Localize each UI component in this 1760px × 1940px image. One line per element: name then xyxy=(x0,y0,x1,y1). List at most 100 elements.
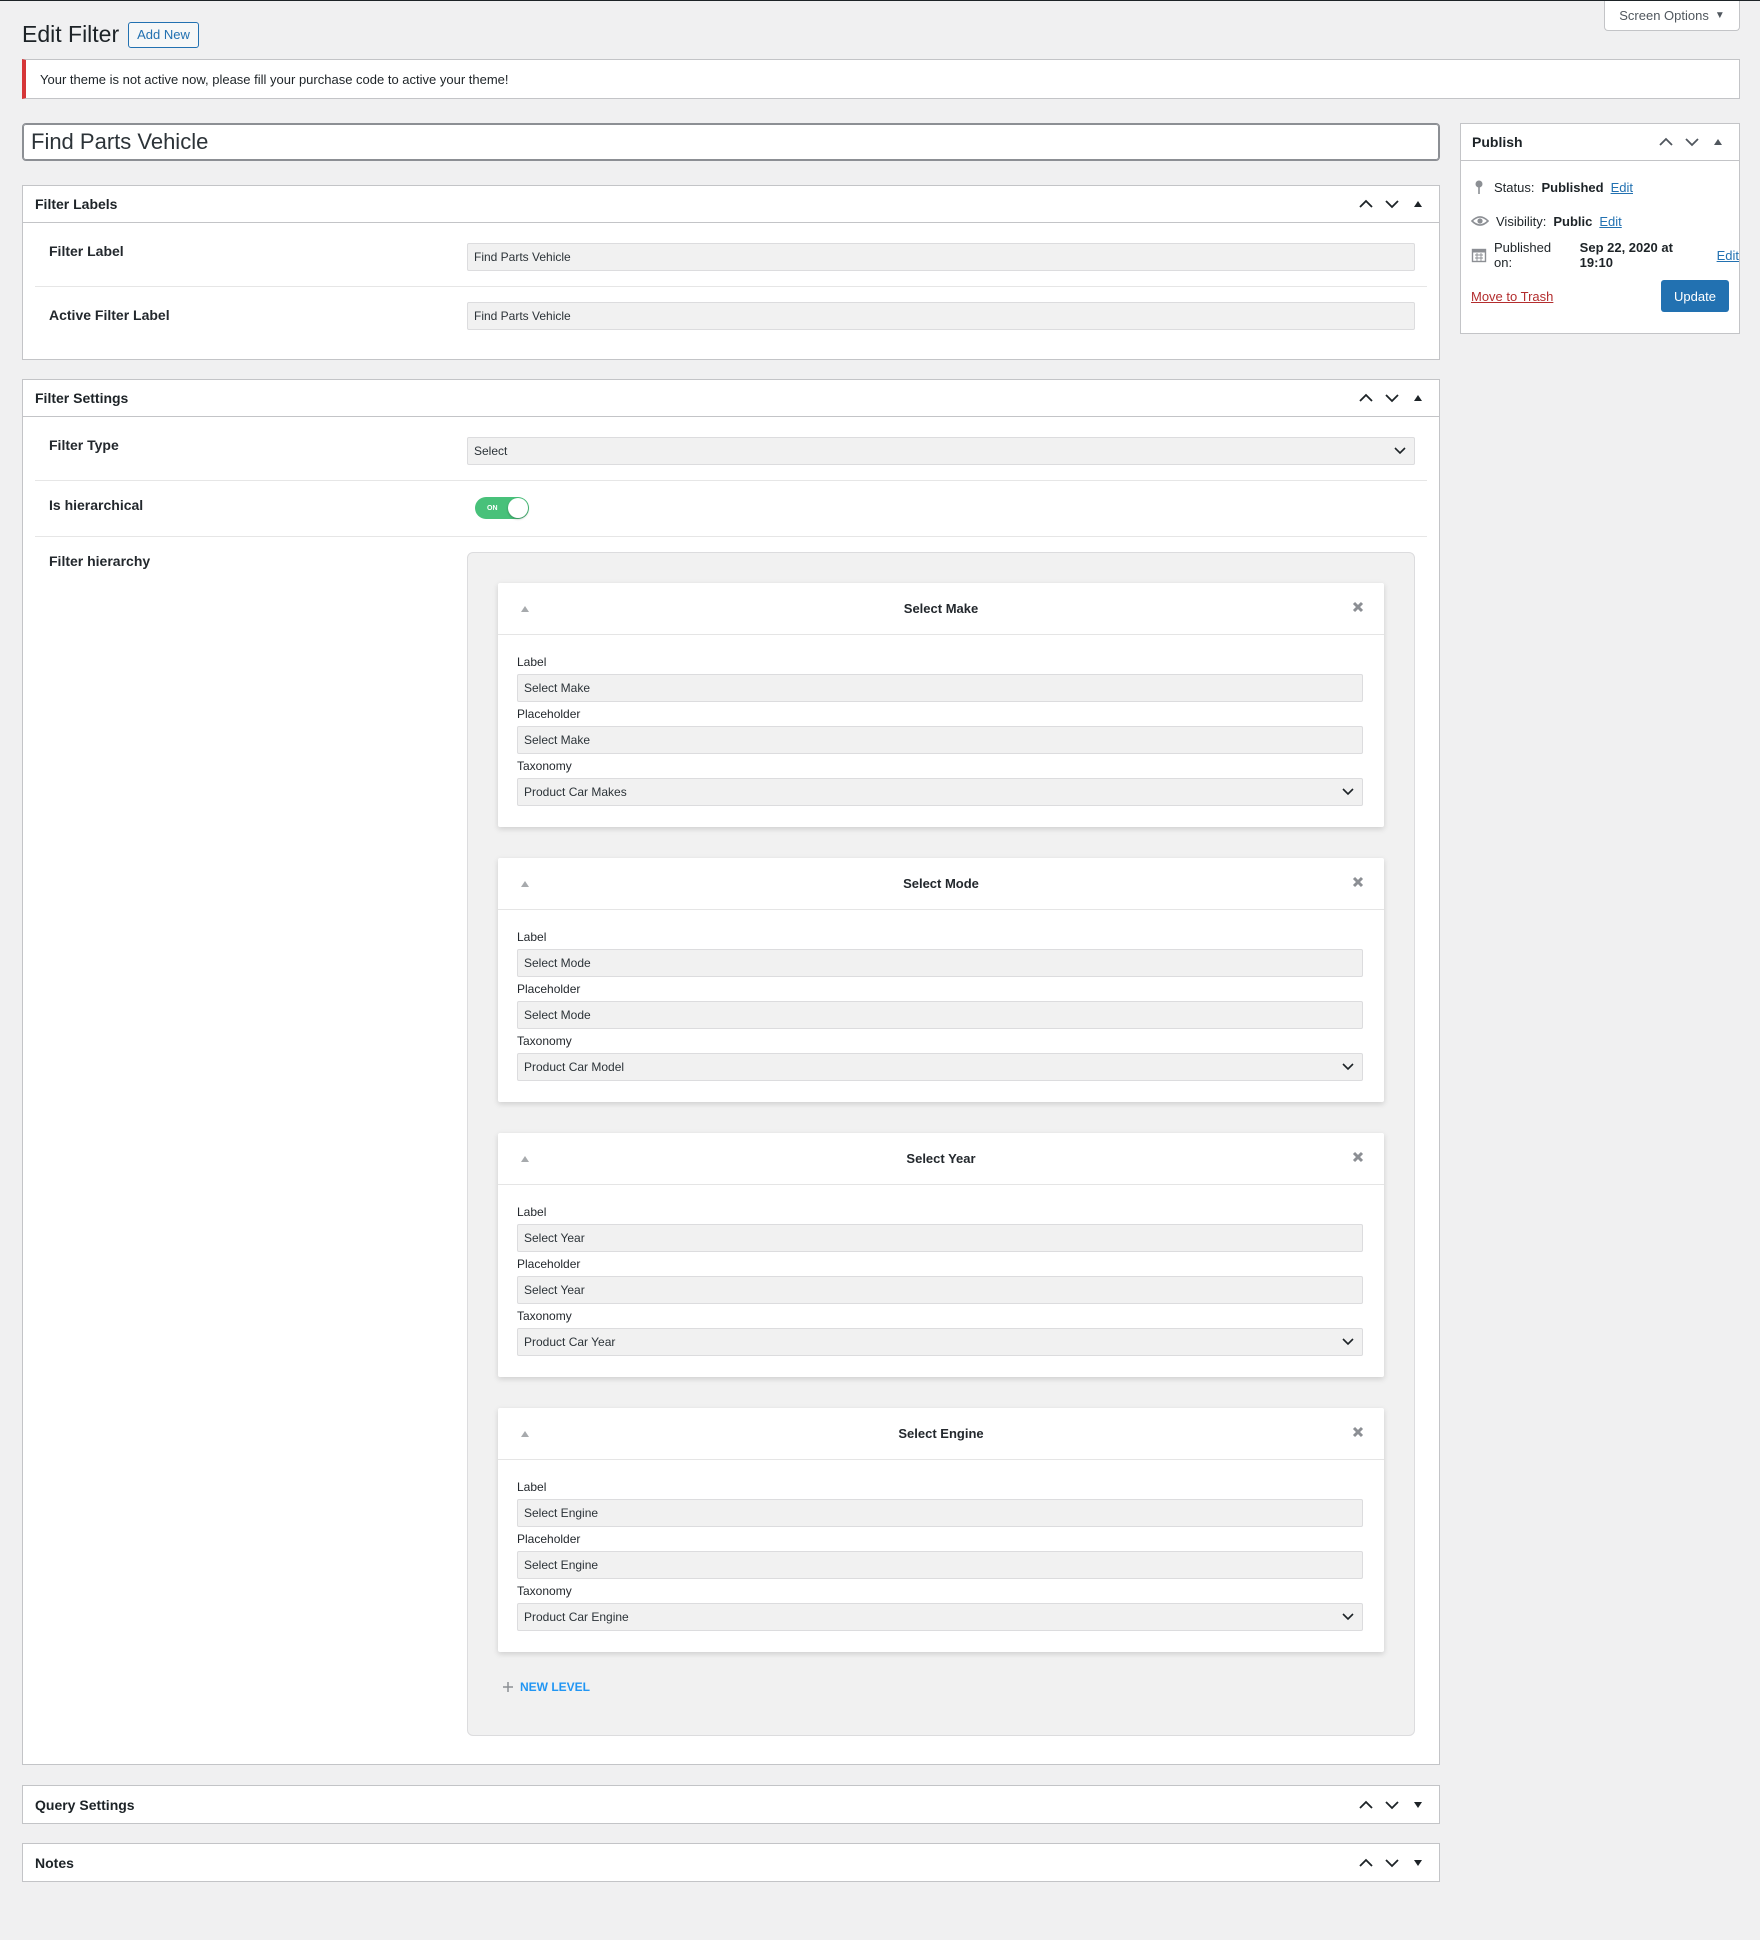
level-taxonomy-select[interactable]: Product Car Engine xyxy=(517,1603,1363,1631)
level-placeholder-caption: Placeholder xyxy=(517,1532,581,1546)
filter-label-row: Filter Label Find Parts Vehicle xyxy=(35,223,1427,287)
edit-status-link[interactable]: Edit xyxy=(1611,180,1633,195)
hierarchy-level-card: Select Year Label Select Year Placeholde… xyxy=(498,1133,1384,1377)
level-header: Select Mode xyxy=(498,858,1384,910)
filter-type-row: Filter Type Select xyxy=(35,417,1427,481)
level-taxonomy-value: Product Car Year xyxy=(524,1335,616,1349)
level-taxonomy-caption: Taxonomy xyxy=(517,1034,572,1048)
active-filter-label-input[interactable]: Find Parts Vehicle xyxy=(467,302,1415,330)
update-button[interactable]: Update xyxy=(1661,280,1729,312)
filter-label-label: Filter Label xyxy=(49,243,124,259)
level-title: Select Mode xyxy=(903,876,979,891)
collapse-toggle-icon[interactable] xyxy=(1407,387,1429,409)
level-placeholder-input[interactable]: Select Make xyxy=(517,726,1363,754)
status-label: Status: xyxy=(1494,179,1535,195)
level-header: Select Year xyxy=(498,1133,1384,1185)
edit-date-link[interactable]: Edit xyxy=(1717,248,1739,263)
filter-label-input[interactable]: Find Parts Vehicle xyxy=(467,243,1415,271)
notes-title: Notes xyxy=(35,1854,74,1871)
level-placeholder-input[interactable]: Select Mode xyxy=(517,1001,1363,1029)
collapse-triangle-icon[interactable] xyxy=(520,1151,530,1166)
move-up-icon[interactable] xyxy=(1355,1794,1377,1816)
expand-toggle-icon[interactable] xyxy=(1407,1852,1429,1874)
collapse-triangle-icon[interactable] xyxy=(520,876,530,891)
move-up-icon[interactable] xyxy=(1355,1852,1377,1874)
level-taxonomy-caption: Taxonomy xyxy=(517,1309,572,1323)
filter-type-select[interactable]: Select xyxy=(467,437,1415,465)
level-taxonomy-value: Product Car Model xyxy=(524,1060,625,1074)
active-filter-label-label: Active Filter Label xyxy=(49,307,170,323)
chevron-down-icon xyxy=(1342,1338,1354,1346)
query-settings-title: Query Settings xyxy=(35,1796,135,1813)
toggle-knob xyxy=(508,498,528,518)
notice-text: Your theme is not active now, please fil… xyxy=(40,71,509,87)
is-hierarchical-row: Is hierarchical ON xyxy=(35,481,1427,537)
screen-options-label: Screen Options xyxy=(1619,8,1709,23)
filter-settings-header: Filter Settings xyxy=(23,380,1439,417)
move-down-icon[interactable] xyxy=(1381,193,1403,215)
edit-visibility-link[interactable]: Edit xyxy=(1599,214,1621,229)
level-taxonomy-caption: Taxonomy xyxy=(517,759,572,773)
collapse-toggle-icon[interactable] xyxy=(1407,193,1429,215)
hierarchy-level-card: Select Mode Label Select Mode Placeholde… xyxy=(498,858,1384,1102)
move-to-trash-link[interactable]: Move to Trash xyxy=(1471,289,1553,304)
page-title: Edit Filter xyxy=(22,21,120,47)
level-label-input[interactable]: Select Mode xyxy=(517,949,1363,977)
filter-hierarchy-label: Filter hierarchy xyxy=(49,553,151,569)
published-value: Sep 22, 2020 at 19:10 xyxy=(1579,240,1673,270)
is-hierarchical-toggle[interactable]: ON xyxy=(475,497,529,519)
active-filter-label-row: Active Filter Label Find Parts Vehicle xyxy=(35,287,1427,355)
level-placeholder-input[interactable]: Select Year xyxy=(517,1276,1363,1304)
level-label-caption: Label xyxy=(517,930,547,944)
level-title: Select Engine xyxy=(898,1426,984,1441)
collapse-triangle-icon[interactable] xyxy=(520,601,530,616)
level-taxonomy-select[interactable]: Product Car Year xyxy=(517,1328,1363,1356)
level-label-caption: Label xyxy=(517,1205,547,1219)
notes-header[interactable]: Notes xyxy=(23,1844,1439,1881)
remove-level-icon[interactable] xyxy=(1352,876,1364,891)
move-up-icon[interactable] xyxy=(1655,131,1677,153)
move-down-icon[interactable] xyxy=(1381,1852,1403,1874)
level-placeholder-input[interactable]: Select Engine xyxy=(517,1551,1363,1579)
move-down-icon[interactable] xyxy=(1681,131,1703,153)
level-taxonomy-select[interactable]: Product Car Makes xyxy=(517,778,1363,806)
collapse-triangle-icon[interactable] xyxy=(520,1426,530,1441)
screen-options-button[interactable]: Screen Options ▼ xyxy=(1604,1,1740,31)
level-header: Select Make xyxy=(498,583,1384,635)
move-up-icon[interactable] xyxy=(1355,193,1377,215)
publish-date-row: Published on: Sep 22, 2020 at 19:10 Edit xyxy=(1461,238,1739,272)
notes-box: Notes xyxy=(22,1843,1440,1882)
chevron-down-icon xyxy=(1342,788,1354,796)
publish-box: Publish Status: Published Edit Visibilit… xyxy=(1460,123,1740,334)
move-up-icon[interactable] xyxy=(1355,387,1377,409)
remove-level-icon[interactable] xyxy=(1352,601,1364,616)
remove-level-icon[interactable] xyxy=(1352,1426,1364,1441)
calendar-icon xyxy=(1471,248,1487,263)
filter-settings-title: Filter Settings xyxy=(35,390,129,406)
move-down-icon[interactable] xyxy=(1381,387,1403,409)
level-placeholder-caption: Placeholder xyxy=(517,1257,581,1271)
publish-title: Publish xyxy=(1472,134,1523,150)
remove-level-icon[interactable] xyxy=(1352,1151,1364,1166)
level-label-input[interactable]: Select Year xyxy=(517,1224,1363,1252)
collapse-toggle-icon[interactable] xyxy=(1707,131,1729,153)
level-title: Select Make xyxy=(903,601,979,616)
level-taxonomy-caption: Taxonomy xyxy=(517,1584,572,1598)
filter-labels-title: Filter Labels xyxy=(35,196,118,212)
level-label-input[interactable]: Select Make xyxy=(517,674,1363,702)
level-title: Select Year xyxy=(906,1151,976,1166)
level-taxonomy-select[interactable]: Product Car Model xyxy=(517,1053,1363,1081)
post-title-input[interactable]: Find Parts Vehicle xyxy=(22,123,1440,161)
level-taxonomy-value: Product Car Makes xyxy=(524,785,627,799)
new-level-button[interactable]: NEW LEVEL xyxy=(498,1674,1384,1694)
publish-visibility-row: Visibility: Public Edit xyxy=(1461,204,1739,238)
chevron-down-icon xyxy=(1342,1063,1354,1071)
level-label-input[interactable]: Select Engine xyxy=(517,1499,1363,1527)
query-settings-header[interactable]: Query Settings xyxy=(23,1786,1439,1823)
expand-toggle-icon[interactable] xyxy=(1407,1794,1429,1816)
move-down-icon[interactable] xyxy=(1381,1794,1403,1816)
add-new-button[interactable]: Add New xyxy=(128,21,199,48)
filter-type-value: Select xyxy=(474,444,508,458)
plus-icon xyxy=(503,1682,513,1692)
level-label-caption: Label xyxy=(517,1480,547,1494)
